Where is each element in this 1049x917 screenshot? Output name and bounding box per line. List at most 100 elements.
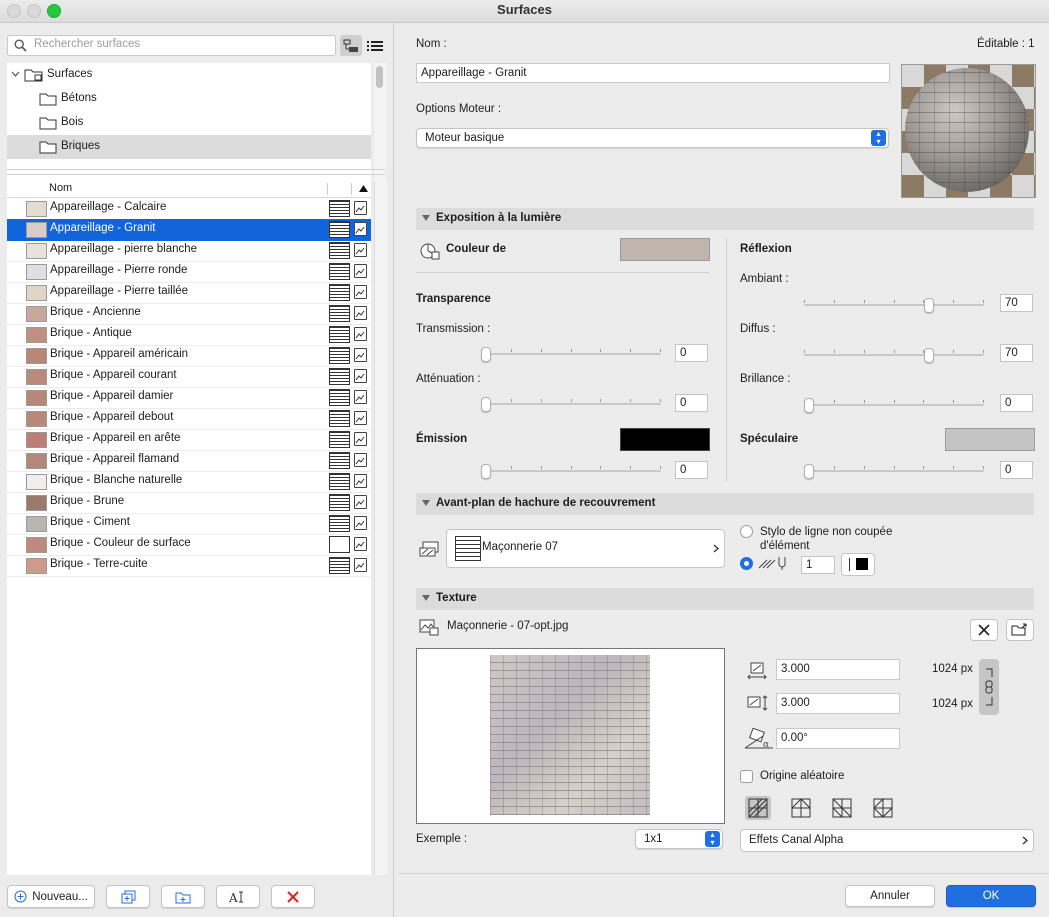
remove-texture-button[interactable] — [970, 619, 998, 641]
diffuse-slider[interactable] — [804, 348, 984, 363]
transmission-input[interactable]: 0 — [675, 344, 708, 362]
delete-button[interactable] — [271, 885, 315, 908]
ambient-slider[interactable] — [804, 298, 984, 313]
slider-knob[interactable] — [804, 398, 814, 413]
example-select[interactable]: 1x1 ▴ ▾ — [635, 829, 723, 849]
emission-slider[interactable] — [481, 464, 661, 479]
texture-height-input[interactable]: 3.000 — [776, 693, 900, 714]
texture-thumbnail-icon — [354, 558, 367, 572]
slider-knob[interactable] — [481, 464, 491, 479]
surface-list-row[interactable]: Brique - Blanche naturelle — [7, 471, 371, 493]
panel-splitter[interactable] — [7, 169, 385, 175]
tree-root[interactable]: Surfaces — [7, 63, 371, 87]
ok-button[interactable]: OK — [946, 885, 1036, 907]
ambient-input[interactable]: 70 — [1000, 294, 1033, 312]
transmission-slider[interactable] — [481, 347, 661, 362]
surface-list-row[interactable]: Brique - Ciment — [7, 513, 371, 535]
hatch-pattern-icon — [329, 284, 350, 301]
section-exposure[interactable]: Exposition à la lumière — [416, 208, 1034, 230]
add-circle-icon — [14, 890, 27, 903]
pen-color-button[interactable] — [841, 553, 875, 576]
surface-list-row[interactable]: Brique - Brune — [7, 492, 371, 514]
specular-color-swatch[interactable] — [945, 428, 1035, 451]
hatch-pattern-icon — [329, 389, 350, 406]
texture-angle-input[interactable]: 0.00° — [776, 728, 900, 749]
pen-number-input[interactable]: 1 — [801, 556, 835, 574]
section-texture[interactable]: Texture — [416, 588, 1034, 610]
hatch-pattern-icon — [329, 263, 350, 280]
surface-list-row[interactable]: Appareillage - Pierre taillée — [7, 282, 371, 304]
specular-slider[interactable] — [804, 464, 984, 479]
column-header-name[interactable]: Nom — [49, 182, 72, 194]
uncut-line-pen-radio[interactable] — [740, 525, 753, 538]
texture-thumbnail-icon — [354, 348, 367, 362]
slider-knob[interactable] — [481, 347, 491, 362]
engine-select[interactable]: Moteur basique ▴ ▾ — [416, 128, 889, 148]
sort-ascending-icon[interactable] — [359, 185, 368, 192]
hatch-pattern-icon — [329, 347, 350, 364]
alpha-channel-effects-button[interactable]: Effets Canal Alpha — [740, 829, 1034, 852]
surface-list-row[interactable]: Appareillage - Granit — [7, 219, 371, 241]
surface-list-row[interactable]: Brique - Antique — [7, 324, 371, 346]
hatch-pattern-icon — [329, 536, 350, 553]
surface-list-row[interactable]: Appareillage - Calcaire — [7, 198, 371, 220]
tree-folder-briques[interactable]: Briques — [7, 135, 371, 159]
list-view-toggle[interactable] — [364, 35, 386, 56]
surface-list-row[interactable]: Brique - Appareil debout — [7, 408, 371, 430]
hatch-pattern-select[interactable]: Maçonnerie 07 — [446, 529, 725, 568]
surface-list-row[interactable]: Appareillage - Pierre ronde — [7, 261, 371, 283]
random-origin-checkbox[interactable] — [740, 770, 753, 783]
mapping-mode-4[interactable] — [870, 796, 896, 820]
pen-icon — [758, 557, 786, 570]
new-folder-button[interactable] — [161, 885, 205, 908]
surface-list-row[interactable]: Appareillage - pierre blanche — [7, 240, 371, 262]
surface-list-row[interactable]: Brique - Appareil courant — [7, 366, 371, 388]
texture-thumbnail-icon — [354, 264, 367, 278]
surface-color-swatch — [26, 537, 47, 553]
link-proportions-toggle[interactable] — [979, 659, 999, 715]
rename-button[interactable]: A — [216, 885, 260, 908]
shininess-slider[interactable] — [804, 398, 984, 413]
slider-knob[interactable] — [804, 464, 814, 479]
surface-list-row[interactable]: Brique - Appareil américain — [7, 345, 371, 367]
surface-list-row[interactable]: Brique - Appareil flamand — [7, 450, 371, 472]
surface-list-row[interactable]: Brique - Couleur de surface — [7, 534, 371, 556]
popup-stepper-icon: ▴ ▾ — [871, 130, 886, 146]
new-surface-button[interactable]: Nouveau... — [7, 885, 95, 908]
emission-title: Émission — [416, 433, 468, 445]
name-input[interactable]: Appareillage - Granit — [416, 63, 890, 83]
list-scrollbar[interactable] — [374, 181, 387, 875]
slider-knob[interactable] — [924, 298, 934, 313]
search-field[interactable]: Rechercher surfaces — [7, 35, 336, 56]
tree-folder-betons[interactable]: Bétons — [7, 87, 371, 111]
emission-input[interactable]: 0 — [675, 461, 708, 479]
tree-folder-label: Bétons — [61, 92, 97, 104]
surface-list-row[interactable]: Brique - Ancienne — [7, 303, 371, 325]
texture-width-input[interactable]: 3.000 — [776, 659, 900, 680]
shininess-input[interactable]: 0 — [1000, 394, 1033, 412]
specular-input[interactable]: 0 — [1000, 461, 1033, 479]
duplicate-button[interactable] — [106, 885, 150, 908]
surface-list-row[interactable]: Brique - Terre-cuite — [7, 555, 371, 577]
slider-knob[interactable] — [924, 348, 934, 363]
mapping-mode-3[interactable] — [829, 796, 855, 820]
mapping-mode-2[interactable] — [788, 796, 814, 820]
surface-list-row[interactable]: Brique - Appareil damier — [7, 387, 371, 409]
tree-folder-bois[interactable]: Bois — [7, 111, 371, 135]
surface-preview[interactable] — [901, 64, 1036, 198]
surface-name: Brique - Appareil flamand — [50, 453, 180, 465]
surface-list-row[interactable]: Brique - Appareil en arête — [7, 429, 371, 451]
emission-color-swatch[interactable] — [620, 428, 710, 451]
custom-pen-radio[interactable] — [740, 557, 753, 570]
attenuation-input[interactable]: 0 — [675, 394, 708, 412]
editable-label: Éditable : 1 — [977, 38, 1035, 50]
browse-texture-button[interactable] — [1006, 619, 1034, 641]
tree-view-toggle[interactable] — [340, 35, 362, 56]
slider-knob[interactable] — [481, 397, 491, 412]
cancel-button[interactable]: Annuler — [845, 885, 935, 907]
attenuation-slider[interactable] — [481, 397, 661, 412]
diffuse-input[interactable]: 70 — [1000, 344, 1033, 362]
surface-color-swatch[interactable] — [620, 238, 710, 261]
section-hatch[interactable]: Avant-plan de hachure de recouvrement — [416, 493, 1034, 515]
mapping-mode-1[interactable] — [745, 796, 771, 820]
